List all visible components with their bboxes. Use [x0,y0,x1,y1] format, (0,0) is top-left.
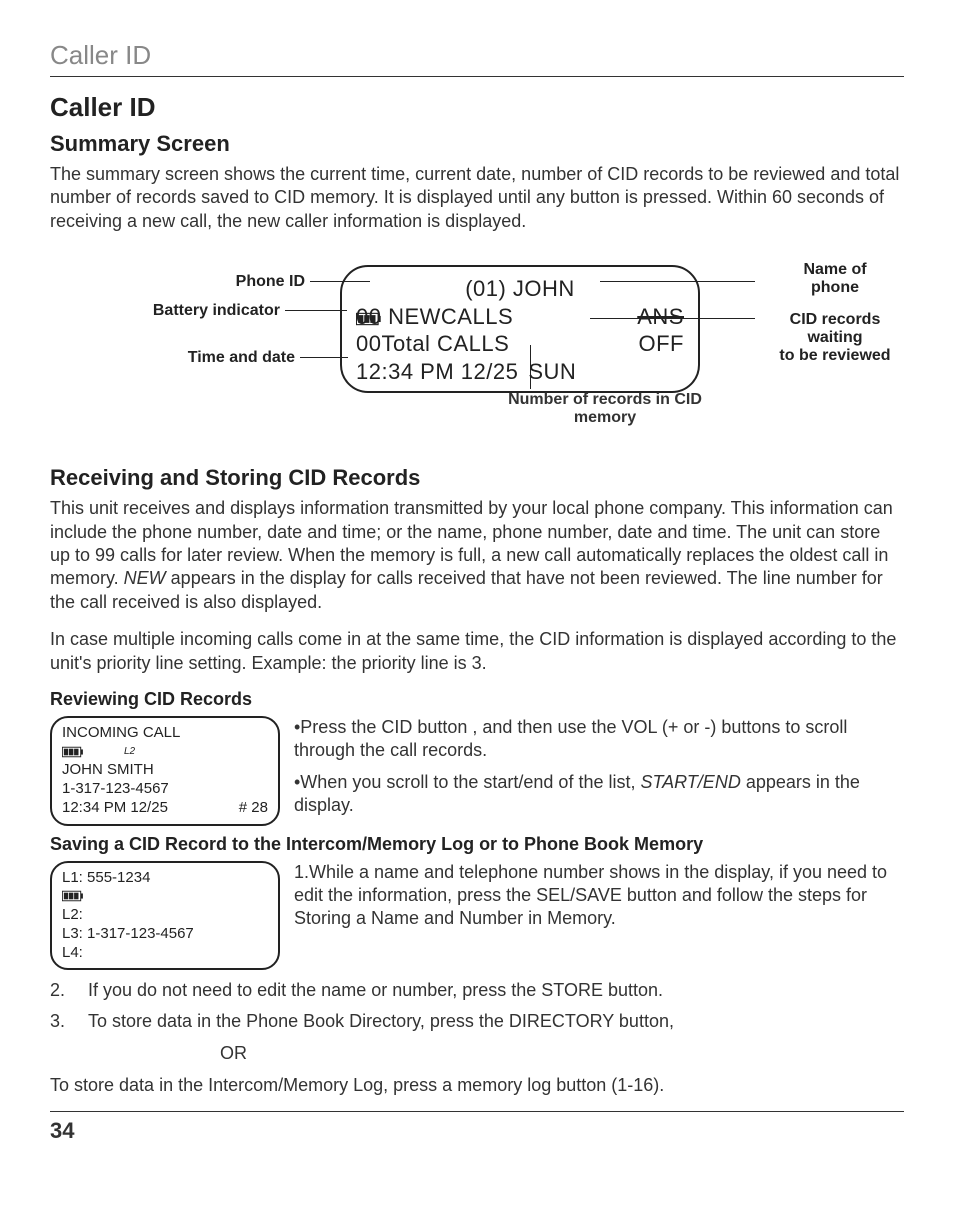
saving-steps-list: 2. If you do not need to edit the name o… [50,978,904,1033]
summary-diagram: Phone ID Battery indicator Time and date… [50,247,904,447]
section-header: Caller ID [50,40,904,71]
step2-text: If you do not need to edit the name or n… [88,978,663,1002]
label-name-of-phone: Name of phone [750,261,920,297]
lcd-screen-main: (01) JOHN 00 NEWCALLS ANS 00Total CALLS … [340,265,700,393]
rev-lcd-l5-right: # 28 [239,799,268,818]
rev-lcd-l1: INCOMING CALL [62,724,268,743]
page-title: Caller ID [50,92,904,123]
battery-icon-small [62,743,84,762]
summary-para: The summary screen shows the current tim… [50,163,904,233]
sav-lcd-l3: L3: 1-317-123-4567 [62,925,268,944]
leader-battery [285,310,347,311]
receiving-para1: This unit receives and displays informat… [50,497,904,614]
receiving-para1-post: appears in the display for calls receive… [50,568,883,611]
label-cid-l2: waiting [807,329,862,346]
rev-b2-italic: START/END [640,772,740,792]
sav-lcd-l2: L2: [62,906,268,925]
lcd-line4-right: SUN [528,358,576,386]
battery-icon-small-2 [62,887,84,904]
reviewing-bullet2: •When you scroll to the start/end of the… [294,771,904,818]
saving-step1: 1.While a name and telephone number show… [294,861,904,971]
lcd-line4-left: 12:34 PM 12/25 [356,358,518,386]
rev-lcd-l5-left: 12:34 PM 12/25 [62,799,168,818]
rev-lcd-l2sub: L2 [124,746,135,759]
step2-num: 2. [50,978,74,1002]
label-cid-l3: to be reviewed [779,347,890,364]
rev-lcd-l4: 1-317-123-4567 [62,780,268,799]
reviewing-heading: Reviewing CID Records [50,689,904,710]
or-text: OR [220,1043,904,1064]
header-rule [50,76,904,77]
lcd-line3-left: 00Total CALLS [356,330,509,358]
lcd-screen-reviewing: INCOMING CALL L2 JOHN SMITH 1-317-123-45… [50,716,280,826]
saving-final: To store data in the Intercom/Memory Log… [50,1074,904,1097]
summary-heading: Summary Screen [50,131,904,157]
receiving-para2: In case multiple incoming calls come in … [50,628,904,675]
reviewing-bullets: •Press the CID button , and then use the… [294,716,904,826]
page-number: 34 [50,1118,904,1144]
step3-num: 3. [50,1009,74,1033]
leader-num-records [530,345,531,389]
label-time-date: Time and date [125,349,295,367]
saving-heading: Saving a CID Record to the Intercom/Memo… [50,834,904,855]
footer-rule [50,1111,904,1112]
receiving-new-italic: NEW [124,568,166,588]
label-battery: Battery indicator [110,302,280,320]
battery-icon [356,305,382,333]
lcd-line1: (01) JOHN [465,275,575,303]
caption-num-l1: Number of records in CID [508,391,702,408]
label-name-of-phone-l2: phone [811,279,859,296]
step3-text: To store data in the Phone Book Director… [88,1009,674,1033]
lcd-line3-right: OFF [639,330,685,358]
label-name-of-phone-l1: Name of [803,261,866,278]
lcd-screen-saving: L1: 555-1234 L2: L3: 1-317-123-4567 L4: [50,861,280,971]
label-cid-records: CID records waiting to be reviewed [750,311,920,365]
receiving-heading: Receiving and Storing CID Records [50,465,904,491]
sav-lcd-l4: L4: [62,944,268,963]
caption-num-records: Number of records in CID memory [495,391,715,427]
rev-lcd-l3: JOHN SMITH [62,761,268,780]
reviewing-bullet1: •Press the CID button , and then use the… [294,716,904,763]
lcd-line2-right: ANS [637,303,684,331]
rev-b2-pre: •When you scroll to the start/end of the… [294,772,640,792]
label-cid-l1: CID records [790,311,881,328]
label-phone-id: Phone ID [135,273,305,291]
caption-num-l2: memory [574,409,636,426]
sav-lcd-l1: L1: 555-1234 [62,869,268,888]
